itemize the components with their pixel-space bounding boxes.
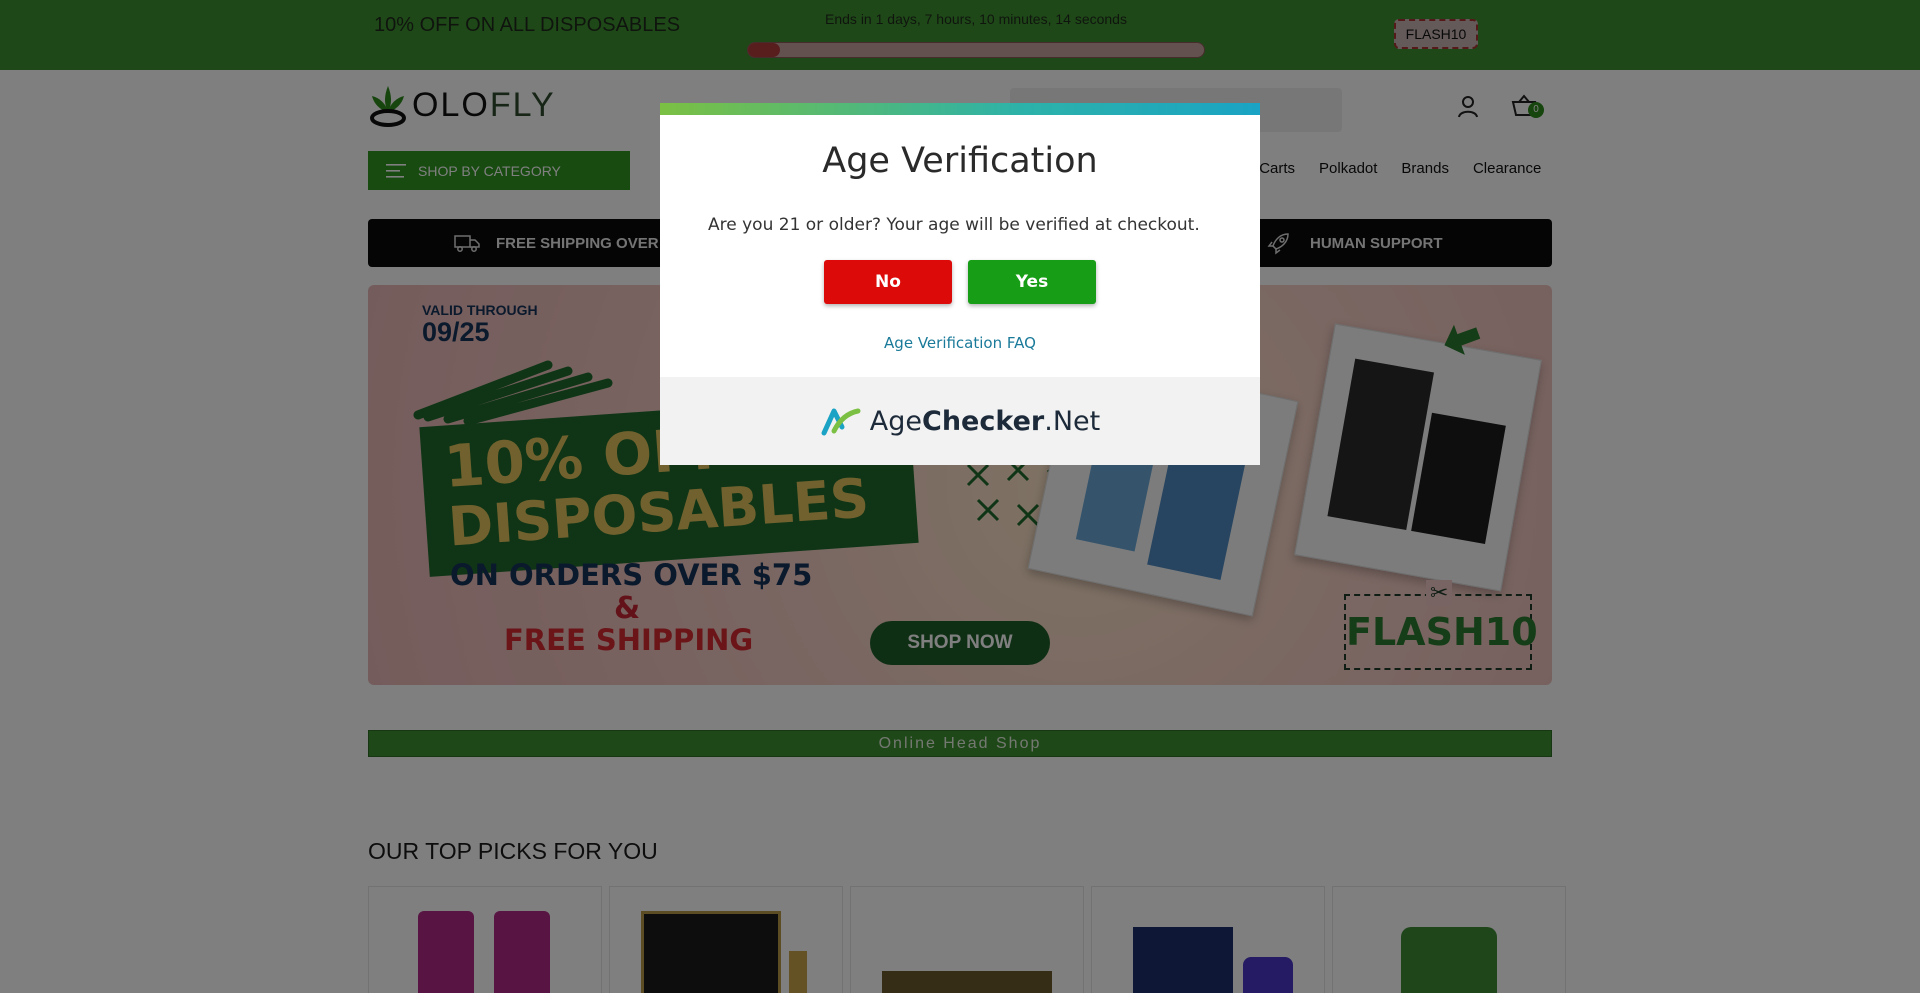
modal-question: Are you 21 or older? Your age will be ve… (708, 215, 1200, 235)
modal-footer: AgeChecker.Net (660, 377, 1260, 465)
agechecker-logo-icon (821, 408, 861, 436)
brand-age: Age (869, 405, 923, 437)
age-verification-modal: Age Verification Are you 21 or older? Yo… (660, 103, 1260, 465)
agechecker-brand: AgeChecker.Net (870, 406, 1100, 437)
no-button[interactable]: No (824, 260, 952, 304)
brand-net: .Net (1044, 405, 1101, 437)
modal-title: Age Verification (822, 141, 1098, 181)
age-verification-faq-link[interactable]: Age Verification FAQ (660, 334, 1260, 352)
brand-checker: Checker (922, 405, 1045, 437)
modal-accent-bar (660, 103, 1260, 115)
yes-button[interactable]: Yes (968, 260, 1096, 304)
